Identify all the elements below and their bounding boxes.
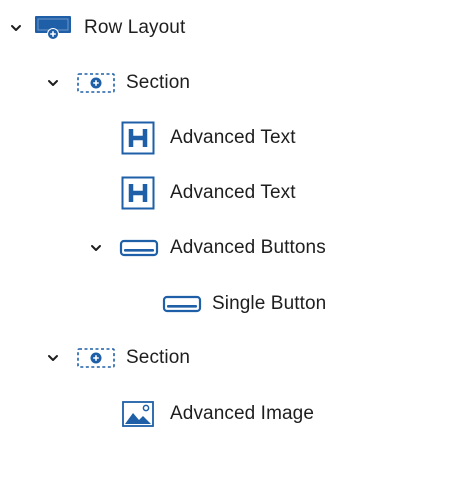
tree-item-label: Advanced Image (170, 403, 314, 424)
chevron-down-icon[interactable] (9, 21, 23, 35)
tree-item-label: Advanced Text (170, 127, 296, 148)
buttons-icon (119, 228, 159, 268)
row-layout-icon (35, 8, 73, 48)
image-icon (122, 394, 154, 434)
section-icon (77, 338, 115, 378)
chevron-down-icon[interactable] (46, 351, 60, 365)
tree-item-label: Single Button (212, 293, 327, 314)
tree-item-advanced-text[interactable]: Advanced Text (0, 118, 340, 158)
tree-item-single-button[interactable]: Single Button (0, 284, 360, 324)
tree-item-advanced-buttons[interactable]: Advanced Buttons (0, 228, 360, 268)
tree-item-label: Advanced Buttons (170, 237, 326, 258)
heading-icon (121, 173, 155, 213)
button-icon (162, 284, 202, 324)
section-icon (77, 63, 115, 103)
block-tree: Row Layout Section Advanced Text Advance… (0, 0, 474, 498)
chevron-down-icon[interactable] (46, 76, 60, 90)
tree-item-label: Advanced Text (170, 182, 296, 203)
tree-item-section[interactable]: Section (0, 63, 260, 103)
tree-item-advanced-text[interactable]: Advanced Text (0, 173, 340, 213)
heading-icon (121, 118, 155, 158)
tree-item-section[interactable]: Section (0, 338, 260, 378)
chevron-down-icon[interactable] (89, 241, 103, 255)
tree-item-advanced-image[interactable]: Advanced Image (0, 394, 360, 434)
tree-item-label: Section (126, 72, 191, 93)
tree-item-label: Row Layout (84, 17, 186, 38)
tree-item-label: Section (126, 347, 191, 368)
tree-item-row-layout[interactable]: Row Layout (0, 8, 260, 48)
